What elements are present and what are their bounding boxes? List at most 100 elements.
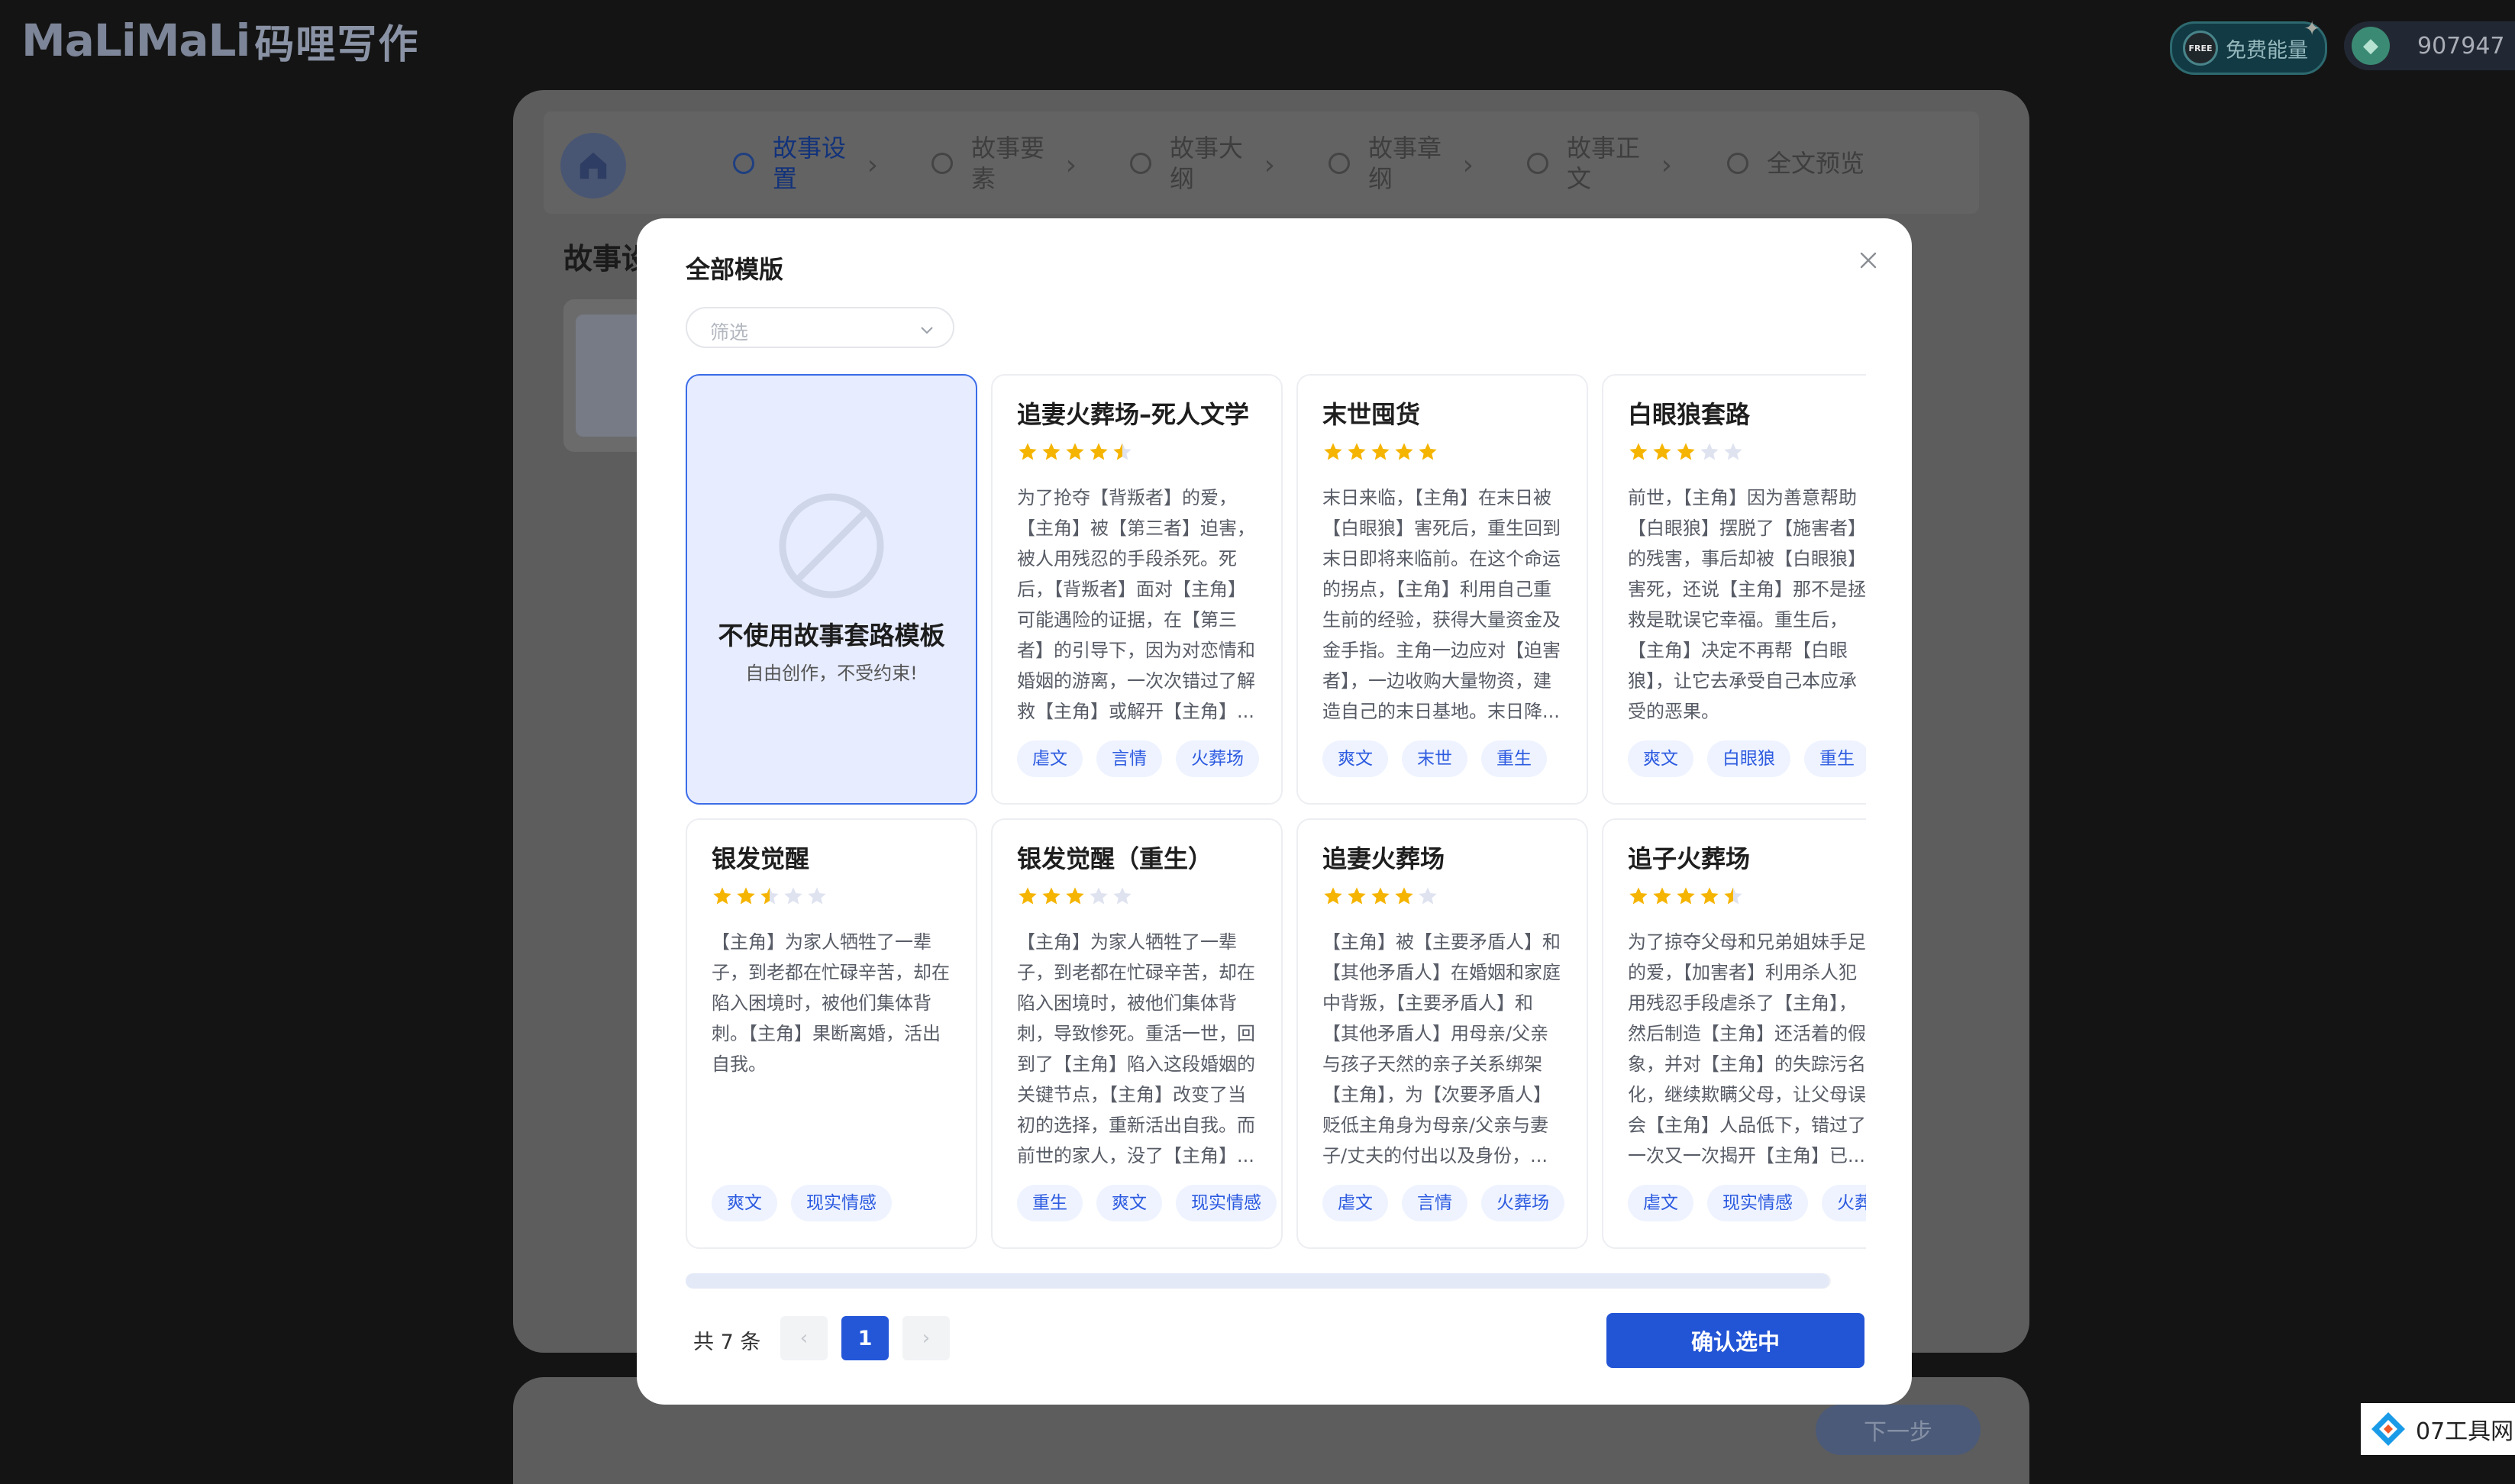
close-icon[interactable] (1857, 249, 1880, 272)
total-count: 共 7 条 (693, 1331, 761, 1354)
watermark-text: 07工具网 (2416, 1418, 2514, 1445)
step-full-preview[interactable]: 全文预览 (1727, 133, 1874, 194)
tag: 虐文 (1017, 740, 1083, 777)
template-card[interactable]: 银发觉醒（重生） 【主角】为家人牺牲了一辈子，到老都在忙碌辛苦，却在陷入困境时，… (991, 818, 1283, 1249)
step-story-body[interactable]: 故事正文 › (1527, 133, 1672, 194)
chevron-down-icon (921, 327, 933, 334)
tag: 火葬场 (1481, 1185, 1564, 1221)
star-icon (1700, 887, 1719, 905)
watermark: 07工具网 (2361, 1403, 2515, 1455)
no-template-card[interactable]: 不使用故事套路模板 自由创作，不受约束! (686, 374, 977, 805)
chevron-right-icon: › (1264, 150, 1275, 181)
star-icon (784, 887, 802, 905)
template-description: 【主角】为家人牺牲了一辈子，到老都在忙碌辛苦，却在陷入困境时，被他们集体背刺。【… (712, 931, 950, 1075)
star-icon (1113, 443, 1132, 460)
star-icon (1090, 443, 1108, 460)
tag: 虐文 (1322, 1185, 1388, 1221)
star-icon (1348, 443, 1366, 460)
watermark-logo-icon (2371, 1412, 2405, 1446)
chevron-right-icon: › (1661, 150, 1672, 181)
star-icon (1324, 887, 1342, 905)
filter-placeholder: 筛选 (710, 321, 749, 344)
star-icon (1629, 887, 1648, 905)
step-circle-icon (1527, 153, 1548, 174)
page-number-button[interactable]: 1 (841, 1316, 889, 1360)
app-logo[interactable]: MaLiMaLi 码哩写作 (21, 14, 419, 68)
star-icon (1348, 887, 1366, 905)
chevron-right-icon: › (1065, 150, 1077, 181)
star-icon (737, 887, 755, 905)
star-icon (1066, 443, 1084, 460)
star-icon (760, 887, 779, 905)
tag: 重生 (1481, 740, 1547, 777)
template-description: 【主角】为家人牺牲了一辈子，到老都在忙碌辛苦，却在陷入困境时，被他们集体背刺，导… (1017, 931, 1255, 1166)
star-icon (1042, 443, 1061, 460)
tag: 言情 (1096, 740, 1162, 777)
star-icon (1371, 443, 1390, 460)
step-circle-icon (1727, 153, 1748, 174)
tag: 火葬场 (1822, 1185, 1866, 1221)
chevron-right-icon: › (1462, 150, 1474, 181)
tag: 重生 (1804, 740, 1866, 777)
no-template-subtitle: 自由创作，不受约束! (745, 663, 918, 684)
star-rating (1017, 441, 1135, 463)
template-title: 白眼狼套路 (1628, 400, 1751, 429)
tag: 爽文 (1322, 740, 1388, 777)
tag: 白眼狼 (1707, 740, 1790, 777)
template-card[interactable]: 末世囤货 末日来临，【主角】在末日被【白眼狼】害死后，重生回到末日即将来临前。在… (1296, 374, 1588, 805)
template-title: 追子火葬场 (1628, 844, 1751, 873)
no-template-title: 不使用故事套路模板 (718, 621, 945, 650)
star-icon (1371, 887, 1390, 905)
home-icon[interactable] (560, 133, 626, 198)
step-label: 故事设置 (773, 134, 847, 193)
tag: 言情 (1402, 1185, 1467, 1221)
template-card[interactable]: 追子火葬场 为了掠夺父母和兄弟姐妹手足的爱，【加害者】利用杀人犯用残忍手段虐杀了… (1602, 818, 1866, 1249)
star-icon (1419, 887, 1437, 905)
star-icon (1395, 887, 1413, 905)
star-icon (713, 887, 731, 905)
template-title: 银发觉醒（重生） (1017, 844, 1213, 873)
logo-latin: MaLiMaLi (21, 15, 250, 66)
free-energy-button[interactable]: FREE 免费能量 ✦ (2170, 18, 2327, 75)
step-story-outline[interactable]: 故事大纲 › (1130, 133, 1275, 194)
template-title: 末世囤货 (1322, 400, 1421, 429)
star-icon (1395, 443, 1413, 460)
template-description: 【主角】被【主要矛盾人】和【其他矛盾人】在婚姻和家庭中背叛，【主要矛盾人】和【其… (1322, 931, 1561, 1166)
tag: 火葬场 (1176, 740, 1259, 777)
step-story-elements[interactable]: 故事要素 › (931, 133, 1077, 194)
step-label: 全文预览 (1767, 149, 1865, 178)
tag-list: 虐文 现实情感 火葬场 (1628, 1185, 1866, 1221)
star-rating (1017, 886, 1135, 907)
template-description: 前世，【主角】因为善意帮助【白眼狼】摆脱了【施害者】的残害，事后却被【白眼狼】害… (1628, 487, 1866, 722)
tag-list: 爽文 现实情感 (712, 1185, 906, 1221)
filter-select[interactable]: 筛选 (686, 307, 954, 348)
tag-list: 爽文 末世 重生 (1322, 740, 1561, 777)
ban-icon (779, 493, 884, 598)
star-icon (1090, 887, 1108, 905)
star-icon (1324, 443, 1342, 460)
template-description: 末日来临，【主角】在末日被【白眼狼】害死后，重生回到末日即将来临前。在这个命运的… (1322, 487, 1561, 722)
coin-balance[interactable]: ◆ 907947 (2344, 21, 2515, 70)
star-icon (1677, 443, 1695, 460)
tag: 现实情感 (1707, 1185, 1808, 1221)
template-description: 为了抢夺【背叛者】的爱，【主角】被【第三者】迫害，被人用残忍的手段杀死。死后，【… (1017, 487, 1255, 722)
free-energy-label: 免费能量 (2226, 38, 2308, 63)
template-card[interactable]: 追妻火葬场–死人文学 为了抢夺【背叛者】的爱，【主角】被【第三者】迫害，被人用残… (991, 374, 1283, 805)
step-chapter-outline[interactable]: 故事章纲 › (1329, 133, 1474, 194)
template-title: 追妻火葬场 (1322, 844, 1445, 873)
star-rating (1628, 886, 1746, 907)
next-page-button[interactable]: › (902, 1316, 950, 1360)
step-story-settings[interactable]: 故事设置 › (733, 133, 878, 194)
template-card[interactable]: 白眼狼套路 前世，【主角】因为善意帮助【白眼狼】摆脱了【施害者】的残害，事后却被… (1602, 374, 1866, 805)
next-step-button[interactable]: 下一步 (1816, 1405, 1981, 1455)
template-description: 为了掠夺父母和兄弟姐妹手足的爱，【加害者】利用杀人犯用残忍手段虐杀了【主角】，然… (1628, 931, 1866, 1166)
template-card[interactable]: 追妻火葬场 【主角】被【主要矛盾人】和【其他矛盾人】在婚姻和家庭中背叛，【主要矛… (1296, 818, 1588, 1249)
tag: 虐文 (1628, 1185, 1693, 1221)
star-icon (1019, 443, 1037, 460)
scrollbar-thumb[interactable] (686, 1273, 1829, 1289)
step-label: 故事大纲 (1170, 134, 1244, 193)
prev-page-button[interactable]: ‹ (780, 1316, 828, 1360)
template-card[interactable]: 银发觉醒 【主角】为家人牺牲了一辈子，到老都在忙碌辛苦，却在陷入困境时，被他们集… (686, 818, 977, 1249)
confirm-selection-button[interactable]: 确认选中 (1606, 1313, 1864, 1368)
tag-list: 重生 爽文 现实情感 (1017, 1185, 1290, 1221)
